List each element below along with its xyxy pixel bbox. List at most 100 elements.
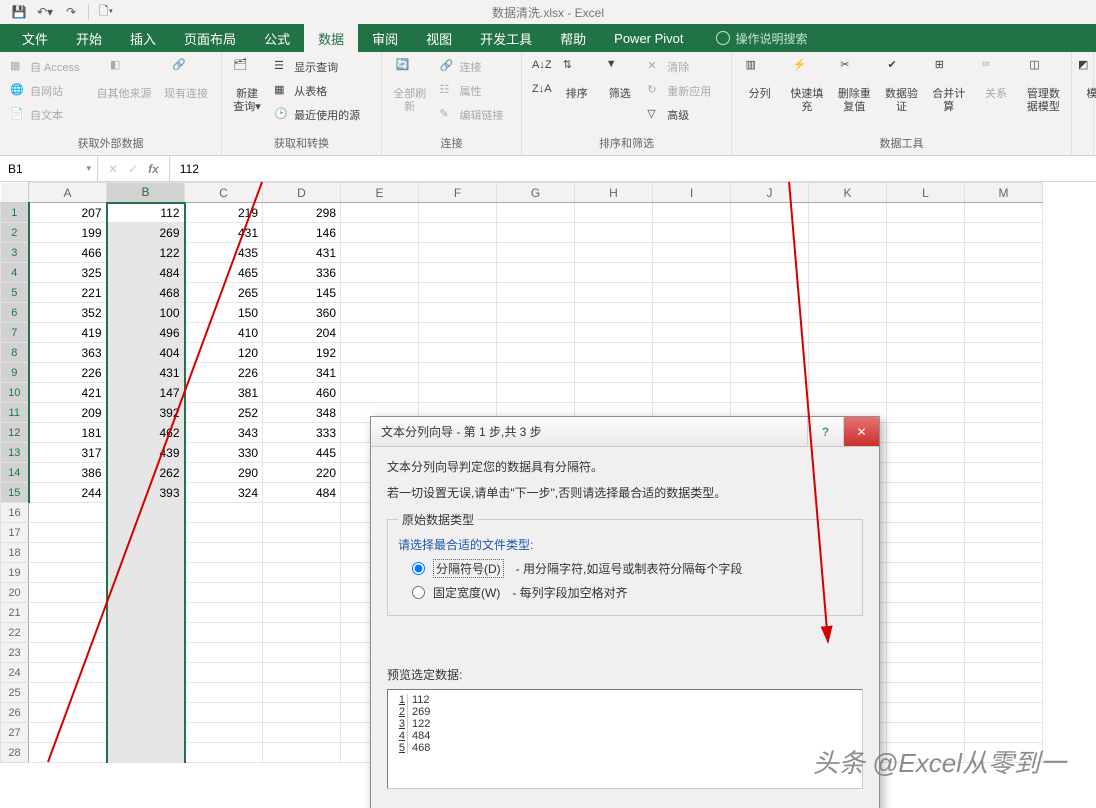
cell-M19[interactable] bbox=[965, 563, 1043, 583]
col-header-G[interactable]: G bbox=[497, 183, 575, 203]
row-header-26[interactable]: 26 bbox=[1, 703, 29, 723]
dialog-help-button[interactable]: ? bbox=[807, 417, 843, 446]
qat-newfile[interactable]: 🗋▾ bbox=[97, 3, 115, 21]
cell-I5[interactable] bbox=[653, 283, 731, 303]
cell-B7[interactable]: 496 bbox=[107, 323, 185, 343]
cell-K3[interactable] bbox=[809, 243, 887, 263]
cell-C21[interactable] bbox=[185, 603, 263, 623]
cell-C4[interactable]: 465 bbox=[185, 263, 263, 283]
edit-links[interactable]: ✎编辑链接 bbox=[436, 104, 515, 126]
dialog-close-button[interactable]: ✕ bbox=[843, 417, 879, 446]
cell-C1[interactable]: 219 bbox=[185, 203, 263, 223]
cell-C18[interactable] bbox=[185, 543, 263, 563]
cell-M7[interactable] bbox=[965, 323, 1043, 343]
cell-L13[interactable] bbox=[887, 443, 965, 463]
cell-H8[interactable] bbox=[575, 343, 653, 363]
cell-J3[interactable] bbox=[731, 243, 809, 263]
cell-B14[interactable]: 262 bbox=[107, 463, 185, 483]
cell-M2[interactable] bbox=[965, 223, 1043, 243]
col-header-E[interactable]: E bbox=[341, 183, 419, 203]
cell-A2[interactable]: 199 bbox=[29, 223, 107, 243]
cell-G6[interactable] bbox=[497, 303, 575, 323]
tool-关系[interactable]: ∞关系 bbox=[974, 56, 1017, 101]
cell-I9[interactable] bbox=[653, 363, 731, 383]
cell-D26[interactable] bbox=[263, 703, 341, 723]
cell-D28[interactable] bbox=[263, 743, 341, 763]
cell-C7[interactable]: 410 bbox=[185, 323, 263, 343]
from-text[interactable]: 📄自文本 bbox=[6, 104, 90, 126]
cell-B17[interactable] bbox=[107, 523, 185, 543]
cell-E5[interactable] bbox=[341, 283, 419, 303]
row-header-25[interactable]: 25 bbox=[1, 683, 29, 703]
cell-B19[interactable] bbox=[107, 563, 185, 583]
cell-D23[interactable] bbox=[263, 643, 341, 663]
cell-L7[interactable] bbox=[887, 323, 965, 343]
cell-F1[interactable] bbox=[419, 203, 497, 223]
cell-B25[interactable] bbox=[107, 683, 185, 703]
cell-J10[interactable] bbox=[731, 383, 809, 403]
cell-K4[interactable] bbox=[809, 263, 887, 283]
cell-E10[interactable] bbox=[341, 383, 419, 403]
cell-G5[interactable] bbox=[497, 283, 575, 303]
cell-D22[interactable] bbox=[263, 623, 341, 643]
cell-B10[interactable]: 147 bbox=[107, 383, 185, 403]
cell-L2[interactable] bbox=[887, 223, 965, 243]
col-header-K[interactable]: K bbox=[809, 183, 887, 203]
row-header-6[interactable]: 6 bbox=[1, 303, 29, 323]
col-header-B[interactable]: B bbox=[107, 183, 185, 203]
qat-undo[interactable]: ↶▾ bbox=[36, 3, 54, 21]
cell-K5[interactable] bbox=[809, 283, 887, 303]
col-header-I[interactable]: I bbox=[653, 183, 731, 203]
cell-A9[interactable]: 226 bbox=[29, 363, 107, 383]
row-header-21[interactable]: 21 bbox=[1, 603, 29, 623]
cell-B3[interactable]: 122 bbox=[107, 243, 185, 263]
row-header-13[interactable]: 13 bbox=[1, 443, 29, 463]
filter[interactable]: ▼筛选 bbox=[600, 56, 639, 101]
tab-开始[interactable]: 开始 bbox=[62, 24, 116, 52]
tool-快速填充[interactable]: ⚡快速填充 bbox=[785, 56, 828, 114]
from-web[interactable]: 🌐自网站 bbox=[6, 80, 90, 102]
cell-G2[interactable] bbox=[497, 223, 575, 243]
cell-I2[interactable] bbox=[653, 223, 731, 243]
cell-M6[interactable] bbox=[965, 303, 1043, 323]
row-header-18[interactable]: 18 bbox=[1, 543, 29, 563]
cell-B9[interactable]: 431 bbox=[107, 363, 185, 383]
cell-C9[interactable]: 226 bbox=[185, 363, 263, 383]
cell-B11[interactable]: 392 bbox=[107, 403, 185, 423]
cell-D18[interactable] bbox=[263, 543, 341, 563]
tab-公式[interactable]: 公式 bbox=[250, 24, 304, 52]
cell-L18[interactable] bbox=[887, 543, 965, 563]
col-header-J[interactable]: J bbox=[731, 183, 809, 203]
col-header-F[interactable]: F bbox=[419, 183, 497, 203]
cell-H1[interactable] bbox=[575, 203, 653, 223]
cell-E3[interactable] bbox=[341, 243, 419, 263]
cell-B22[interactable] bbox=[107, 623, 185, 643]
row-header-7[interactable]: 7 bbox=[1, 323, 29, 343]
row-header-23[interactable]: 23 bbox=[1, 643, 29, 663]
cell-I3[interactable] bbox=[653, 243, 731, 263]
cell-J1[interactable] bbox=[731, 203, 809, 223]
cell-L1[interactable] bbox=[887, 203, 965, 223]
cell-M16[interactable] bbox=[965, 503, 1043, 523]
cell-D7[interactable]: 204 bbox=[263, 323, 341, 343]
cell-B28[interactable] bbox=[107, 743, 185, 763]
cell-C5[interactable]: 265 bbox=[185, 283, 263, 303]
cell-A22[interactable] bbox=[29, 623, 107, 643]
cell-A10[interactable]: 421 bbox=[29, 383, 107, 403]
cell-B20[interactable] bbox=[107, 583, 185, 603]
cell-A25[interactable] bbox=[29, 683, 107, 703]
cell-D5[interactable]: 145 bbox=[263, 283, 341, 303]
cell-D6[interactable]: 360 bbox=[263, 303, 341, 323]
cell-M8[interactable] bbox=[965, 343, 1043, 363]
tab-文件[interactable]: 文件 bbox=[8, 24, 62, 52]
reapply[interactable]: ↻重新应用 bbox=[643, 80, 725, 102]
cell-A24[interactable] bbox=[29, 663, 107, 683]
cell-L21[interactable] bbox=[887, 603, 965, 623]
row-header-17[interactable]: 17 bbox=[1, 523, 29, 543]
sort-asc[interactable]: A↓Z bbox=[528, 56, 553, 78]
cell-L16[interactable] bbox=[887, 503, 965, 523]
cell-D20[interactable] bbox=[263, 583, 341, 603]
cell-B13[interactable]: 439 bbox=[107, 443, 185, 463]
sort[interactable]: ⇅排序 bbox=[557, 56, 596, 101]
cell-J4[interactable] bbox=[731, 263, 809, 283]
